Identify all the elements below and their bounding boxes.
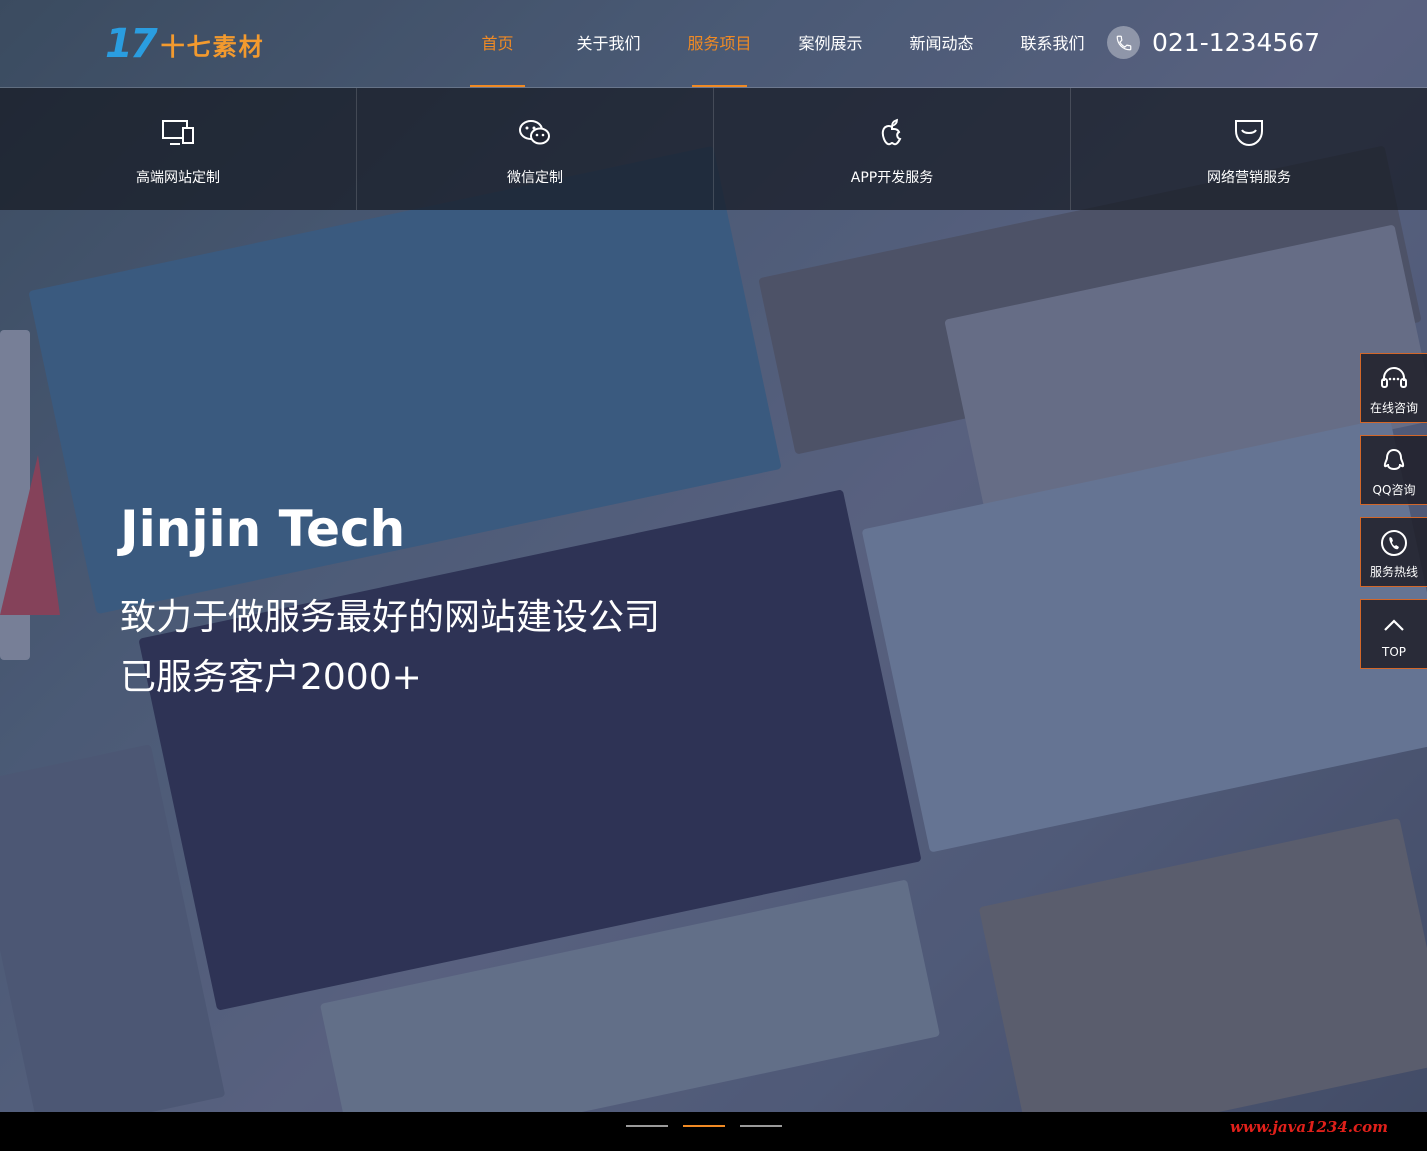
nav-item-services[interactable]: 服务项目 xyxy=(664,0,775,87)
watermark-text: www.java1234.com xyxy=(1230,1118,1389,1136)
service-label: 高端网站定制 xyxy=(136,170,220,186)
service-label: 微信定制 xyxy=(507,170,563,186)
nav-item-news[interactable]: 新闻动态 xyxy=(886,0,997,87)
hero-headline: Jinjin Tech xyxy=(120,500,406,558)
phone-number: 021-1234567 xyxy=(1152,28,1321,57)
side-label: 服务热线 xyxy=(1369,565,1418,579)
monitor-icon xyxy=(162,120,194,145)
services-bar: 高端网站定制 微信定制 APP开发服务 网络营销服务 xyxy=(0,88,1427,210)
slider-dot-2[interactable] xyxy=(683,1125,725,1127)
footer-bar xyxy=(0,1112,1427,1151)
phone-icon xyxy=(1107,26,1140,59)
hero-line-1: 致力于做服务最好的网站建设公司 xyxy=(120,597,661,638)
shopping-bag-icon xyxy=(1235,120,1263,147)
nav-item-cases[interactable]: 案例展示 xyxy=(775,0,886,87)
phone-icon xyxy=(1381,530,1407,556)
side-label: 在线咨询 xyxy=(1369,401,1418,415)
headset-icon xyxy=(1381,367,1407,388)
side-online-consult[interactable]: 在线咨询 xyxy=(1360,353,1427,423)
slider-dot-1[interactable] xyxy=(626,1125,668,1127)
service-wechat[interactable]: 微信定制 xyxy=(357,88,714,210)
nav-item-contact[interactable]: 联系我们 xyxy=(997,0,1108,87)
service-marketing[interactable]: 网络营销服务 xyxy=(1071,88,1427,210)
side-label: TOP xyxy=(1381,645,1406,659)
side-qq-consult[interactable]: QQ咨询 xyxy=(1360,435,1427,505)
site-logo[interactable]: 17 十七素材 xyxy=(105,21,265,67)
logo-text: 十七素材 xyxy=(160,32,265,61)
top-navbar: 17 十七素材 首页 关于我们 服务项目 案例展示 新闻动态 联系我们 021-… xyxy=(0,0,1427,88)
chevron-up-icon xyxy=(1384,619,1404,631)
service-website[interactable]: 高端网站定制 xyxy=(0,88,357,210)
main-nav: 首页 关于我们 服务项目 案例展示 新闻动态 联系我们 xyxy=(442,0,1108,87)
service-label: 网络营销服务 xyxy=(1207,170,1291,186)
nav-item-about[interactable]: 关于我们 xyxy=(553,0,664,87)
header-phone: 021-1234567 xyxy=(1107,26,1320,59)
wechat-icon xyxy=(519,120,550,145)
logo-mark: 17 xyxy=(105,21,158,67)
slider-dot-3[interactable] xyxy=(740,1125,782,1127)
side-label: QQ咨询 xyxy=(1372,483,1416,497)
service-label: APP开发服务 xyxy=(850,170,934,186)
side-hotline[interactable]: 服务热线 xyxy=(1360,517,1427,587)
service-app[interactable]: APP开发服务 xyxy=(714,88,1071,210)
hero-line-2: 已服务客户2000+ xyxy=(120,657,422,698)
side-back-to-top[interactable]: TOP xyxy=(1360,599,1427,669)
nav-item-home[interactable]: 首页 xyxy=(442,0,553,87)
qq-icon xyxy=(1383,448,1405,471)
apple-icon xyxy=(881,118,902,146)
